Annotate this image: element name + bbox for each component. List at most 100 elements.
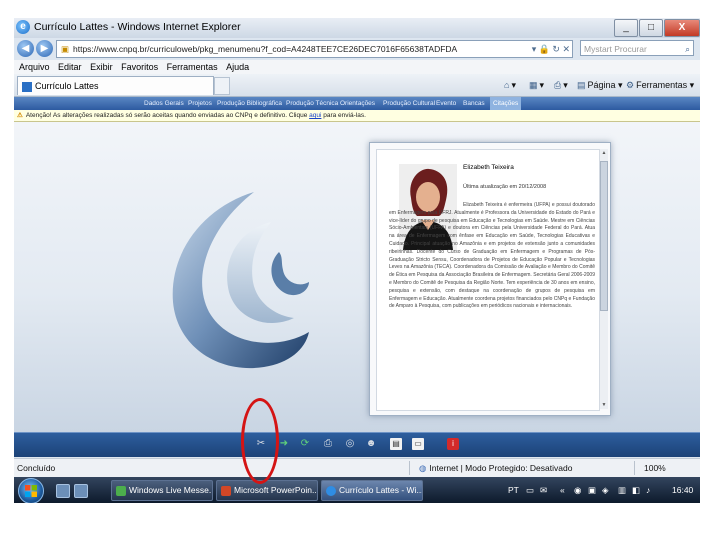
- screen: e Currículo Lattes - Windows Internet Ex…: [14, 18, 700, 503]
- minimize-button[interactable]: _: [614, 19, 638, 37]
- tab-label: Currículo Lattes: [35, 81, 99, 91]
- tab-curriculo-lattes[interactable]: Currículo Lattes: [17, 76, 214, 95]
- menu-ferramentas[interactable]: Ferramentas: [167, 60, 218, 74]
- ie-icon: [326, 485, 336, 496]
- nav-producao-bibliografica[interactable]: Produção Bibliográfica: [217, 97, 282, 110]
- volume-icon[interactable]: ♪: [646, 477, 650, 503]
- scroll-thumb[interactable]: [600, 161, 608, 311]
- nav-orientacoes[interactable]: Orientações: [340, 97, 375, 110]
- nav-dados-gerais[interactable]: Dados Gerais: [144, 97, 184, 110]
- menu-favoritos[interactable]: Favoritos: [121, 60, 158, 74]
- tray-app-icon[interactable]: ◈: [602, 477, 609, 503]
- menu-ajuda[interactable]: Ajuda: [226, 60, 249, 74]
- back-button[interactable]: ◀: [17, 40, 34, 57]
- menu-editar[interactable]: Editar: [58, 60, 82, 74]
- page-menu-button[interactable]: ▤ Página ▾: [577, 78, 623, 92]
- annotation-ellipse: [241, 398, 279, 484]
- page-icon: ▣: [60, 44, 70, 54]
- windows-logo-icon: [25, 484, 37, 497]
- zoom-level[interactable]: 100%: [644, 459, 666, 477]
- print-icon[interactable]: ⎙: [322, 438, 334, 450]
- feeds-button[interactable]: ▦ ▾: [529, 78, 544, 92]
- scroll-up-icon[interactable]: ▲: [600, 150, 608, 156]
- print-button[interactable]: ⎙ ▾: [554, 78, 568, 92]
- home-icon: ⌂: [504, 80, 510, 90]
- warning-text: Atenção! As alterações realizadas só ser…: [25, 112, 308, 119]
- expand-tray-icon[interactable]: «: [560, 477, 565, 503]
- keyboard-icon[interactable]: ▭: [526, 477, 534, 503]
- window-title: Currículo Lattes - Windows Internet Expl…: [34, 21, 241, 33]
- menu-bar: Arquivo Editar Exibir Favoritos Ferramen…: [14, 60, 700, 74]
- search-input[interactable]: Mystart Procurar ⌕: [580, 40, 694, 56]
- refresh-icon[interactable]: ⟳: [299, 438, 311, 450]
- site-navigation: Dados Gerais Projetos Produção Bibliográ…: [14, 97, 700, 110]
- globe-icon: ◍: [419, 463, 427, 473]
- antivirus-icon[interactable]: ◉: [574, 477, 581, 503]
- nav-producao-cultural[interactable]: Produção Cultural: [383, 97, 435, 110]
- switch-windows-icon[interactable]: [74, 484, 88, 498]
- nav-citacoes[interactable]: Citações: [490, 97, 522, 110]
- close-button[interactable]: X: [664, 19, 700, 37]
- nav-evento[interactable]: Evento: [436, 97, 456, 110]
- lattes-toolbar: ✂ ➜ ⟳ ⎙ ◎ ☻ ▤ ▭ i: [14, 432, 700, 457]
- menu-arquivo[interactable]: Arquivo: [19, 60, 50, 74]
- start-button[interactable]: [18, 478, 44, 503]
- taskbar: Windows Live Messe... Microsoft PowerPoi…: [14, 477, 700, 503]
- taskbar-ie-button[interactable]: Currículo Lattes - Wi...: [321, 480, 423, 501]
- taskbar-messenger-button[interactable]: Windows Live Messe...: [111, 480, 213, 501]
- printer-icon: ⎙: [554, 80, 562, 90]
- warning-icon: ⚠: [17, 112, 23, 119]
- show-desktop-icon[interactable]: [56, 484, 70, 498]
- nav-bancas[interactable]: Bancas: [463, 97, 485, 110]
- taskbar-messenger-label: Windows Live Messe...: [129, 485, 213, 495]
- profile-panel: Elizabeth Teixeira Última atualização em…: [369, 142, 611, 416]
- tools-menu-button[interactable]: ⚙ Ferramentas ▾: [626, 78, 694, 92]
- status-text: Concluído: [17, 463, 56, 473]
- language-indicator[interactable]: PT: [508, 477, 519, 503]
- person-icon[interactable]: ☻: [365, 438, 377, 450]
- page-menu-label: Página: [587, 80, 616, 90]
- feeds-icon: ▦: [529, 80, 538, 90]
- maximize-button[interactable]: □: [639, 19, 663, 37]
- tab-bar: Currículo Lattes ⌂ ▾ ▦ ▾ ⎙ ▾ ▤ Página ▾ ⚙ Fer…: [14, 74, 700, 97]
- profile-card: Elizabeth Teixeira Última atualização em…: [376, 149, 600, 411]
- info-icon[interactable]: i: [447, 438, 459, 450]
- profile-scrollbar[interactable]: ▲ ▼: [599, 149, 608, 409]
- gear-icon: ⚙: [626, 80, 635, 90]
- nav-producao-tecnica[interactable]: Produção Técnica: [286, 97, 338, 110]
- document-icon[interactable]: ▤: [390, 438, 402, 450]
- profile-name: Elizabeth Teixeira: [463, 164, 514, 171]
- menu-exibir[interactable]: Exibir: [90, 60, 113, 74]
- zone-text: Internet | Modo Protegido: Desativado: [429, 463, 573, 473]
- status-separator: [409, 461, 410, 475]
- address-actions-icon[interactable]: ▾ 🔒 ↻ ✕: [532, 41, 570, 57]
- scroll-down-icon[interactable]: ▼: [600, 402, 608, 408]
- profile-last-update: Última atualização em 20/12/2008: [463, 184, 547, 190]
- connection-icon[interactable]: ◧: [632, 477, 640, 503]
- profile-bio: Elizabeth Teixeira é enfermeira (UFPA) e…: [389, 202, 595, 310]
- warning-bar: ⚠ Atenção! As alterações realizadas só se…: [14, 110, 700, 122]
- address-bar[interactable]: ▣ https://www.cnpq.br/curriculoweb/pkg_me…: [56, 40, 573, 58]
- search-placeholder: Mystart Procurar: [584, 44, 647, 54]
- taskbar-powerpoint-button[interactable]: Microsoft PowerPoin...: [216, 480, 318, 501]
- safely-remove-icon[interactable]: ▥: [618, 477, 626, 503]
- send-link[interactable]: aqui: [309, 112, 321, 119]
- network-icon[interactable]: ▣: [588, 477, 596, 503]
- new-tab-button[interactable]: [214, 77, 230, 95]
- forward-button[interactable]: ▶: [36, 40, 53, 57]
- page-icon: ▤: [577, 80, 586, 90]
- window-icon[interactable]: ▭: [412, 438, 424, 450]
- address-row: ◀ ▶ ▣ https://www.cnpq.br/curriculoweb/pk…: [14, 38, 700, 60]
- security-zone[interactable]: ◍ Internet | Modo Protegido: Desativado: [419, 459, 572, 477]
- arrow-icon[interactable]: ➜: [278, 438, 290, 450]
- mail-icon[interactable]: ✉: [540, 477, 547, 503]
- lattes-favicon-icon: [22, 81, 32, 92]
- search-icon[interactable]: ⌕: [685, 41, 690, 57]
- tools-menu-label: Ferramentas: [636, 80, 688, 90]
- powerpoint-icon: [221, 485, 231, 496]
- clock[interactable]: 16:40: [672, 477, 693, 503]
- warning-suffix: para enviá-las.: [323, 112, 366, 119]
- web-icon[interactable]: ◎: [344, 438, 356, 450]
- nav-projetos[interactable]: Projetos: [188, 97, 212, 110]
- home-button[interactable]: ⌂ ▾: [504, 78, 516, 92]
